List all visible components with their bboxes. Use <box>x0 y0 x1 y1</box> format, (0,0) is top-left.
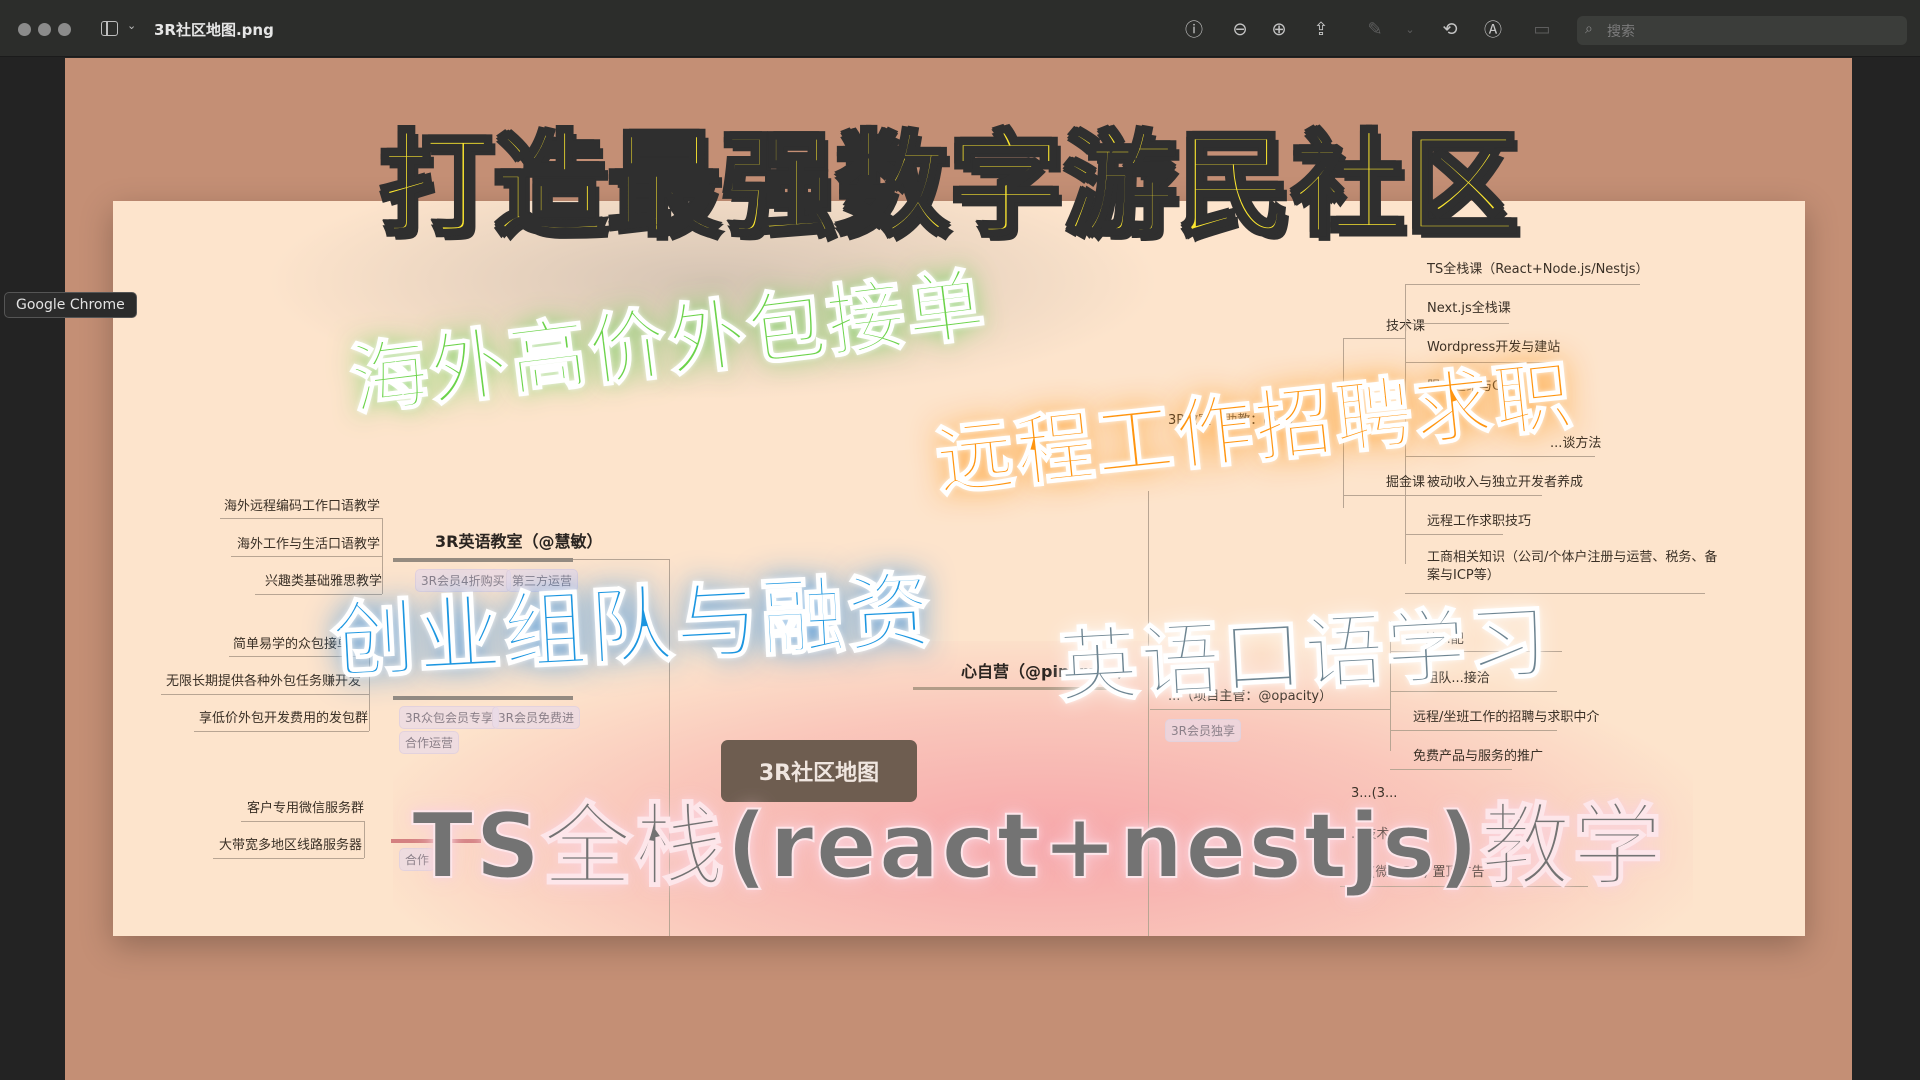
share-icon[interactable]: ⇪ <box>1309 17 1333 41</box>
connector-line <box>1405 495 1542 496</box>
minimize-window-button[interactable] <box>38 23 51 36</box>
signature-icon[interactable]: ▭ <box>1530 17 1554 41</box>
connector-line <box>1405 534 1503 535</box>
connector-line <box>1343 338 1405 339</box>
tag: 3R会员独享 <box>1165 719 1241 742</box>
rotate-icon[interactable]: ⟲ <box>1438 17 1462 41</box>
connector-line <box>1343 495 1405 496</box>
connector-line <box>364 821 365 858</box>
tag: 合作运营 <box>399 731 460 754</box>
markup-chevron-icon[interactable]: ⌄ <box>1398 17 1422 41</box>
node-underline <box>393 558 573 562</box>
label-gold-course: 掘金课 <box>1386 475 1426 490</box>
list-item: Next.js全栈课 <box>1427 301 1511 316</box>
chevron-down-icon[interactable]: ⌄ <box>127 19 136 32</box>
search-input[interactable] <box>1607 19 1897 42</box>
zoom-window-button[interactable] <box>58 23 71 36</box>
list-item: 免费产品与服务的推广 <box>1413 749 1544 764</box>
connector-line <box>1390 769 1512 770</box>
banner-main-title: 打造最强数字游民社区 <box>378 119 1520 253</box>
list-item: 远程工作求职技巧 <box>1427 514 1532 529</box>
connector-line <box>1405 284 1640 285</box>
list-item: 客户专用微信服务群 <box>247 801 365 816</box>
node-underline <box>393 696 573 700</box>
zoom-out-icon[interactable]: ⊖ <box>1228 17 1252 41</box>
list-item: 海外远程编码工作口语教学 <box>224 499 381 514</box>
list-item: TS全栈课（React+Node.js/Nestjs） <box>1427 262 1649 277</box>
search-icon: ⌕ <box>1585 21 1593 37</box>
banner-ts-fullstack: TS全栈(react+nestjs)教学 <box>411 793 1665 900</box>
image-viewer: 海外远程编码工作口语教学 海外工作与生活口语教学 兴趣类基础雅思教学 3R英语教… <box>0 58 1920 1080</box>
info-icon[interactable]: ⓘ <box>1182 17 1206 41</box>
list-item: 享低价外包开发费用的发包群 <box>199 711 369 726</box>
search-field[interactable]: ⌕ <box>1577 16 1907 45</box>
list-item: 被动收入与独立开发者养成 <box>1427 475 1584 490</box>
connector-line <box>213 858 364 859</box>
connector-line <box>1390 730 1557 731</box>
window-titlebar: ⌄ 3R社区地图.png ⓘ ⊖ ⊕ ⇪ ✎ ⌄ ⟲ Ⓐ ▭ ⌕ <box>0 0 1920 57</box>
close-window-button[interactable] <box>18 23 31 36</box>
dock-tooltip: Google Chrome <box>4 292 137 318</box>
list-item: 无限长期提供各种外包任务赚开发 <box>166 674 362 689</box>
connector-line <box>1405 323 1509 324</box>
tag: 3R会员免费进 <box>492 706 580 729</box>
node-english-room: 3R英语教室（@慧敏） <box>435 532 603 551</box>
document-title: 3R社区地图.png <box>154 21 274 39</box>
list-item: 大带宽多地区线路服务器 <box>219 838 363 853</box>
list-item: 海外工作与生活口语教学 <box>237 537 381 552</box>
annotate-icon[interactable]: Ⓐ <box>1481 17 1505 41</box>
list-item: 远程/坐班工作的招聘与求职中介 <box>1413 710 1600 725</box>
zoom-in-icon[interactable]: ⊕ <box>1267 17 1291 41</box>
connector-line <box>220 518 382 519</box>
connector-line <box>194 731 369 732</box>
image-canvas: 海外远程编码工作口语教学 海外工作与生活口语教学 兴趣类基础雅思教学 3R英语教… <box>65 58 1852 1080</box>
connector-line <box>231 556 382 557</box>
tag: 3R众包会员专享 <box>399 706 499 729</box>
connector-line <box>241 821 364 822</box>
markup-pen-icon[interactable]: ✎ <box>1363 17 1387 41</box>
sidebar-toggle-icon[interactable] <box>101 21 118 36</box>
list-item: 工商相关知识（公司/个体户注册与运营、税务、备案与ICP等） <box>1427 550 1718 583</box>
